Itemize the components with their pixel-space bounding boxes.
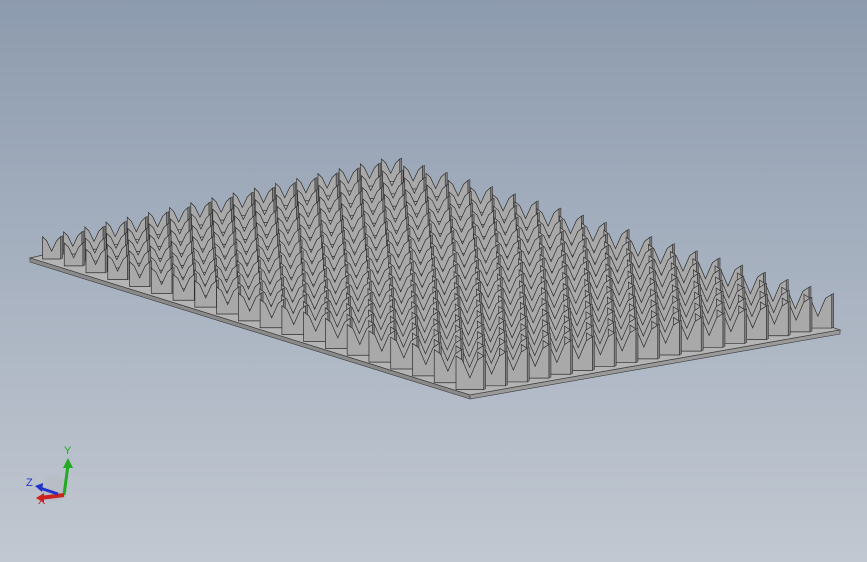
fin-side-shade [788,300,791,337]
fin-side-shade [657,323,660,360]
x-axis-label: X [38,495,46,507]
fin-side-shade [527,346,530,383]
y-axis-arrow [62,464,70,496]
z-axis-label: Z [26,477,33,489]
fin-side-shade [744,308,747,344]
fin-side-shade [722,312,726,348]
fin-side-shade [105,247,108,274]
3d-model-view[interactable] [0,0,867,562]
fin-side-shade [766,304,769,341]
fin-side-shade [679,319,682,356]
serrated-fin [42,235,62,260]
fin-side-shade [548,342,552,379]
graphics-viewport[interactable]: Y Z X [0,0,867,562]
fin-side-shade [614,331,617,367]
fin-side-shade [635,327,639,364]
fin-side-shade [82,241,86,267]
fin-side-shade [831,292,834,329]
fin-side-shade [701,316,704,352]
fin-side-shade [570,339,573,375]
y-axis-arrowhead [63,458,73,468]
y-axis-label: Y [64,445,72,457]
fin-side-shade [483,354,486,391]
z-axis-arrowhead [35,483,43,492]
fin-side-shade [505,350,508,387]
fin-side-shade [809,296,813,333]
view-orientation-triad[interactable]: Y Z X [18,440,88,510]
fin-side-shade [60,235,63,260]
fin-side-shade [592,335,595,371]
